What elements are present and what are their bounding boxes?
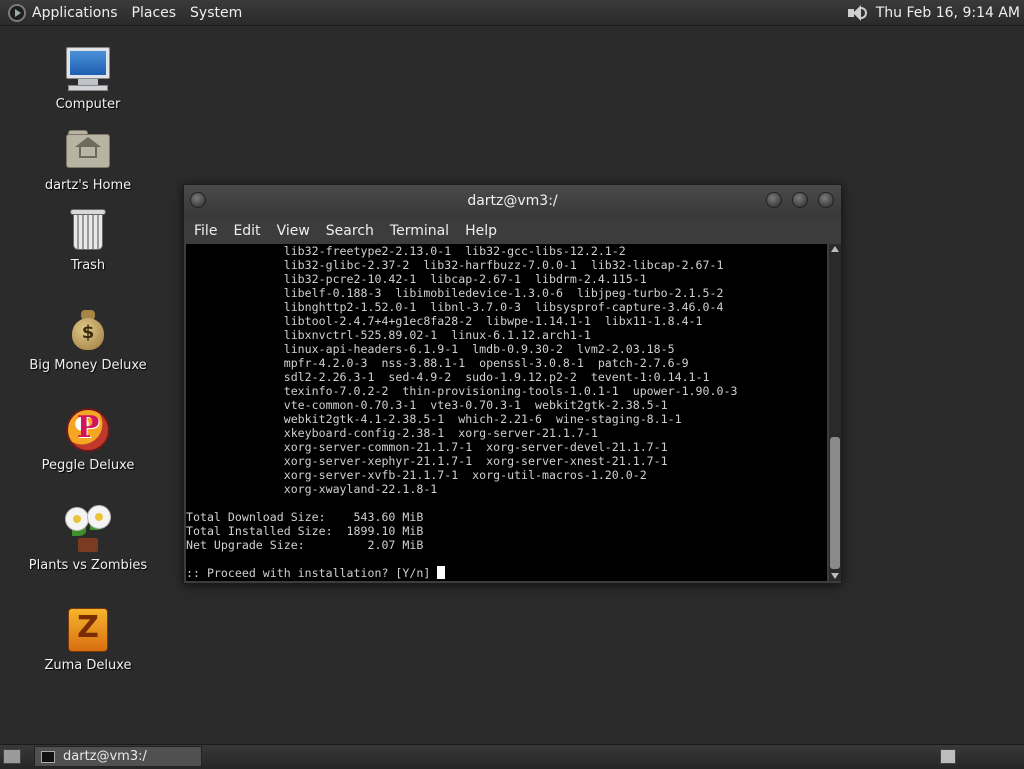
scroll-up-icon[interactable] (831, 246, 839, 252)
terminal-menubar: File Edit View Search Terminal Help (184, 217, 841, 244)
peggle-icon: P (64, 406, 112, 454)
desktop-icon-home[interactable]: dartz's Home (28, 126, 148, 193)
terminal-text: lib32-freetype2-2.13.0-1 lib32-gcc-libs-… (186, 244, 737, 580)
terminal-icon (41, 750, 55, 763)
trash-icon (64, 206, 112, 254)
volume-icon[interactable] (846, 4, 868, 22)
terminal-line: Total Download Size: 543.60 MiB (186, 510, 424, 524)
close-button[interactable] (818, 192, 834, 208)
clock[interactable]: Thu Feb 16, 9:14 AM (876, 5, 1020, 21)
terminal-line: lib32-freetype2-2.13.0-1 lib32-gcc-libs-… (186, 244, 626, 258)
top-panel-tray: Thu Feb 16, 9:14 AM (846, 0, 1020, 25)
show-desktop-icon[interactable] (3, 749, 21, 764)
terminal-line: webkit2gtk-4.1-2.38.5-1 which-2.21-6 win… (186, 412, 682, 426)
taskbar-item-label: dartz@vm3:/ (63, 749, 147, 764)
desktop-icon-peggle[interactable]: P Peggle Deluxe (28, 406, 148, 473)
money-bag-icon: $ (64, 306, 112, 354)
scroll-thumb[interactable] (830, 437, 840, 569)
terminal-output[interactable]: lib32-freetype2-2.13.0-1 lib32-gcc-libs-… (186, 244, 827, 581)
desktop-icon-plants-vs-zombies[interactable]: Plants vs Zombies (28, 506, 148, 573)
terminal-line: libtool-2.4.7+4+g1ec8fa28-2 libwpe-1.14.… (186, 314, 703, 328)
terminal-prompt: :: Proceed with installation? [Y/n] (186, 566, 737, 580)
terminal-line: sdl2-2.26.3-1 sed-4.9-2 sudo-1.9.12.p2-2… (186, 370, 710, 384)
desktop-icon-big-money[interactable]: $ Big Money Deluxe (28, 306, 148, 373)
workspace-switcher[interactable] (940, 749, 956, 764)
taskbar-item-terminal[interactable]: dartz@vm3:/ (34, 746, 202, 767)
menu-edit[interactable]: Edit (233, 223, 260, 239)
terminal-line: mpfr-4.2.0-3 nss-3.88.1-1 openssl-3.0.8-… (186, 356, 689, 370)
menu-help[interactable]: Help (465, 223, 497, 239)
terminal-line: libelf-0.188-3 libimobiledevice-1.3.0-6 … (186, 286, 724, 300)
applications-logo-icon[interactable] (8, 3, 26, 22)
scroll-down-icon[interactable] (831, 573, 839, 579)
zuma-icon: Z (64, 606, 112, 654)
terminal-line: lib32-pcre2-10.42-1 libcap-2.67-1 libdrm… (186, 272, 647, 286)
terminal-window: dartz@vm3:/ File Edit View Search Termin… (183, 184, 842, 584)
terminal-line: lib32-glibc-2.37-2 lib32-harfbuzz-7.0.0-… (186, 258, 724, 272)
desktop-icon-label: dartz's Home (44, 178, 132, 193)
menu-file[interactable]: File (194, 223, 217, 239)
menu-view[interactable]: View (277, 223, 310, 239)
applications-menu[interactable]: Applications (32, 5, 118, 21)
terminal-scrollbar[interactable] (829, 244, 841, 581)
terminal-line: xorg-xwayland-22.1.8-1 (186, 482, 438, 496)
plants-vs-zombies-icon (64, 506, 112, 554)
terminal-line: xorg-server-common-21.1.7-1 xorg-server-… (186, 440, 668, 454)
menu-search[interactable]: Search (326, 223, 374, 239)
window-title: dartz@vm3:/ (467, 193, 558, 209)
desktop-icon-label: Computer (55, 97, 121, 112)
terminal-line: xkeyboard-config-2.38-1 xorg-server-21.1… (186, 426, 598, 440)
desktop-icon-trash[interactable]: Trash (28, 206, 148, 273)
places-menu[interactable]: Places (132, 5, 177, 21)
terminal-line: libnghttp2-1.52.0-1 libnl-3.7.0-3 libsys… (186, 300, 724, 314)
maximize-button[interactable] (792, 192, 808, 208)
menu-terminal[interactable]: Terminal (390, 223, 449, 239)
terminal-line: Total Installed Size: 1899.10 MiB (186, 524, 424, 538)
desktop-icon-label: Peggle Deluxe (41, 458, 135, 473)
prompt-text: :: Proceed with installation? [Y/n] (186, 566, 438, 580)
computer-icon (64, 45, 112, 93)
terminal-line: Net Upgrade Size: 2.07 MiB (186, 538, 424, 552)
terminal-line: linux-api-headers-6.1.9-1 lmdb-0.9.30-2 … (186, 342, 675, 356)
desktop-icon-computer[interactable]: Computer (28, 45, 148, 112)
desktop-icon-label: Zuma Deluxe (44, 658, 132, 673)
desktop-icon-label: Plants vs Zombies (28, 558, 148, 573)
system-menu[interactable]: System (190, 5, 242, 21)
desktop-icon-label: Trash (70, 258, 106, 273)
desktop-icon-zuma[interactable]: Z Zuma Deluxe (28, 606, 148, 673)
terminal-line: xorg-server-xephyr-21.1.7-1 xorg-server-… (186, 454, 668, 468)
bottom-panel: dartz@vm3:/ (0, 744, 1024, 769)
terminal-line: texinfo-7.0.2-2 thin-provisioning-tools-… (186, 384, 738, 398)
terminal-line: xorg-server-xvfb-21.1.7-1 xorg-util-macr… (186, 468, 647, 482)
text-cursor (437, 566, 446, 579)
desktop-icon-label: Big Money Deluxe (29, 358, 147, 373)
terminal-line: libxnvctrl-525.89.02-1 linux-6.1.12.arch… (186, 328, 591, 342)
top-panel: Applications Places System Thu Feb 16, 9… (0, 0, 1024, 26)
home-folder-icon (64, 126, 112, 174)
window-titlebar[interactable]: dartz@vm3:/ (184, 185, 841, 217)
minimize-button[interactable] (766, 192, 782, 208)
terminal-line: vte-common-0.70.3-1 vte3-0.70.3-1 webkit… (186, 398, 668, 412)
